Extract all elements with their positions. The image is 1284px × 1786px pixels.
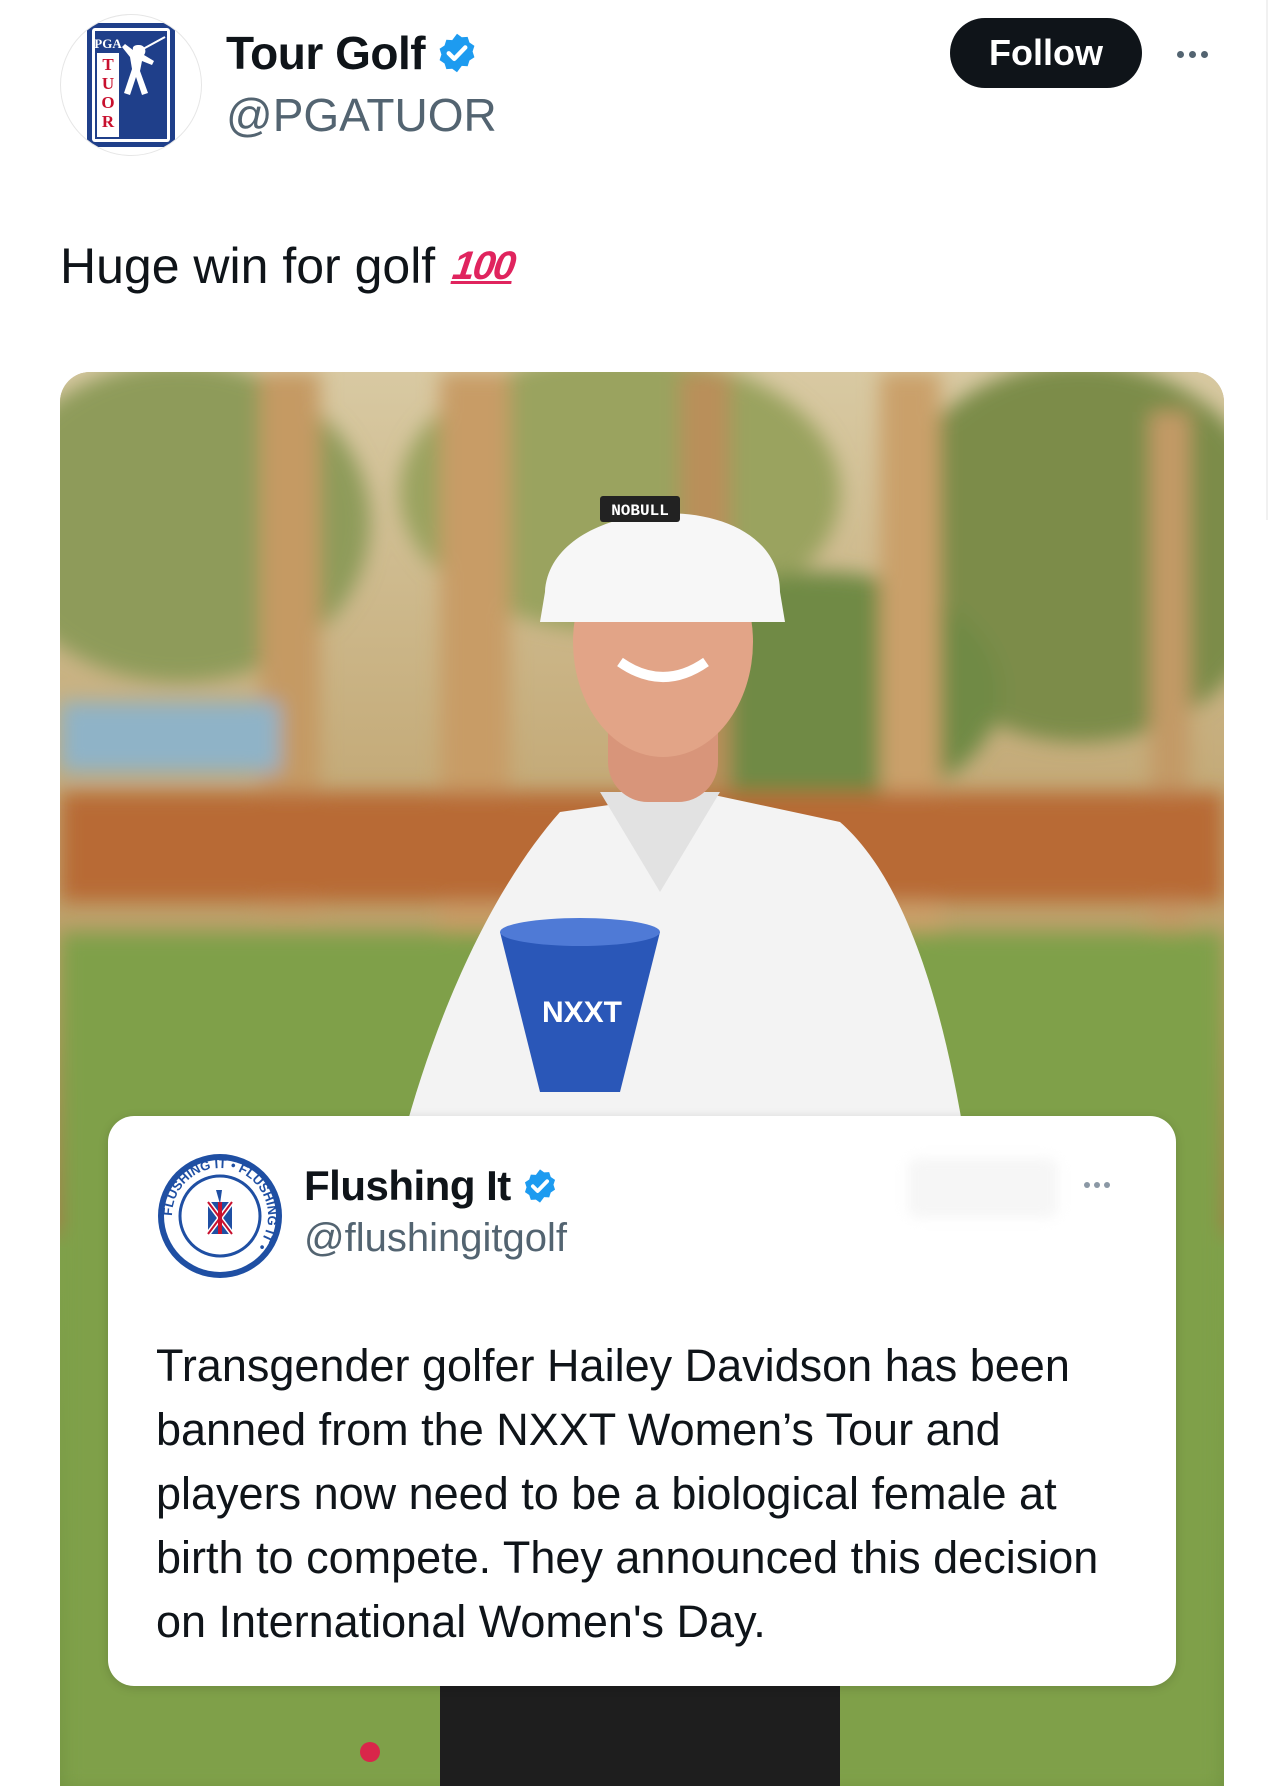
svg-text:NOBULL: NOBULL (611, 502, 669, 520)
flushing-it-logo-icon: FLUSHING IT • FLUSHING IT • (158, 1154, 282, 1278)
author-name[interactable]: Tour Golf (226, 26, 426, 80)
more-options-icon[interactable] (1168, 34, 1216, 74)
follow-button[interactable]: Follow (950, 18, 1142, 88)
hundred-points-emoji-icon: 100 (450, 244, 518, 288)
tweet-text-content: Huge win for golf (60, 238, 436, 294)
author-avatar[interactable]: PGA T U O R (60, 14, 202, 156)
author-name-row[interactable]: Tour Golf (226, 26, 479, 80)
pga-tour-logo-icon: PGA T U O R (87, 23, 175, 147)
quoted-author-avatar[interactable]: FLUSHING IT • FLUSHING IT • (156, 1152, 284, 1280)
quoted-tweet-card[interactable]: FLUSHING IT • FLUSHING IT • Flushing It … (108, 1116, 1176, 1686)
quoted-author-name-row[interactable]: Flushing It (304, 1162, 559, 1210)
svg-text:NXXT: NXXT (542, 996, 622, 1029)
quoted-author-handle[interactable]: @flushingitgolf (304, 1216, 567, 1261)
column-divider (1266, 0, 1268, 520)
quoted-tweet-text: Transgender golfer Hailey Davidson has b… (156, 1340, 1099, 1647)
svg-text:O: O (101, 93, 114, 112)
quoted-author-name[interactable]: Flushing It (304, 1162, 511, 1210)
blurred-follow-button (908, 1158, 1058, 1218)
verified-badge-icon (439, 33, 475, 73)
svg-text:R: R (102, 112, 115, 131)
svg-text:T: T (102, 55, 114, 74)
author-handle[interactable]: @PGATUOR (226, 88, 497, 142)
more-options-icon[interactable] (1084, 1182, 1110, 1188)
verified-badge-icon (524, 1169, 555, 1203)
svg-text:PGA: PGA (94, 36, 122, 51)
svg-text:U: U (102, 74, 114, 93)
tweet-text: Huge win for golf 100 (60, 236, 517, 296)
